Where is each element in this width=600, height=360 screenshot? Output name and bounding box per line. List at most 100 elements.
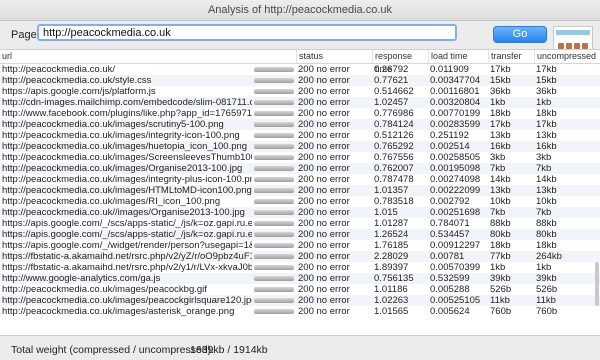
table-row[interactable]: http://peacockmedia.co.uk/images/peacock…	[0, 284, 600, 295]
progress-bar	[254, 122, 294, 127]
cell-response-time: 0.512126	[374, 130, 414, 141]
cell-status: 200 no error	[298, 229, 350, 240]
cell-load-time: 0.00258505	[430, 152, 481, 163]
cell-load-time: 0.00195098	[430, 163, 481, 174]
column-header-status[interactable]: status	[296, 50, 372, 63]
cell-uncompressed: 17kb	[536, 119, 557, 130]
table-row[interactable]: http://www.google-analytics.com/ga.js 200…	[0, 273, 600, 284]
cell-response-time: 1.01287	[374, 218, 409, 229]
cell-uncompressed: 264kb	[536, 251, 562, 262]
progress-bar	[254, 155, 294, 160]
cell-transfer: 16kb	[490, 141, 511, 152]
cell-load-time: 0.532599	[430, 273, 470, 284]
table-row[interactable]: https://apis.google.com/_/widget/render/…	[0, 240, 600, 251]
cell-load-time: 0.002514	[430, 141, 470, 152]
cell-url: http://peacockmedia.co.uk/images/huetopi…	[2, 141, 248, 152]
table-row[interactable]: https://apis.google.com/_/scs/apps-stati…	[0, 218, 600, 229]
cell-uncompressed: 14kb	[536, 174, 557, 185]
cell-response-time: 0.762007	[374, 163, 414, 174]
table-row[interactable]: http://peacockmedia.co.uk/style.css 200 n…	[0, 75, 600, 86]
progress-bar	[254, 232, 294, 237]
column-header-transfer[interactable]: transfer	[488, 50, 534, 63]
progress-bar	[254, 100, 294, 105]
cell-transfer: 88kb	[490, 218, 511, 229]
cell-url: http://peacockmedia.co.uk/images/Organis…	[2, 163, 243, 174]
table-row[interactable]: http://peacockmedia.co.uk/images/scrutin…	[0, 119, 600, 130]
cell-url: https://apis.google.com/_/scs/apps-stati…	[2, 229, 252, 240]
cell-transfer: 526b	[490, 284, 512, 295]
cell-load-time: 0.00912297	[430, 240, 481, 251]
cell-url: http://peacockmedia.co.uk/images/scrutin…	[2, 119, 224, 130]
cell-load-time: 0.002792	[430, 196, 470, 207]
cell-response-time: 0.767556	[374, 152, 414, 163]
cell-response-time: 0.783518	[374, 196, 414, 207]
cell-status: 200 no error	[298, 141, 350, 152]
table-row[interactable]: http://peacockmedia.co.uk/images/Screens…	[0, 152, 600, 163]
cell-uncompressed: 1kb	[536, 97, 552, 108]
cell-uncompressed: 18kb	[536, 108, 557, 119]
table-row[interactable]: https://fbstatic-a.akamaihd.net/rsrc.php…	[0, 262, 600, 273]
cell-uncompressed: 3kb	[536, 152, 552, 163]
table-row[interactable]: http://cdn-images.mailchimp.com/embedcod…	[0, 97, 600, 108]
cell-uncompressed: 39kb	[536, 273, 557, 284]
progress-bar	[254, 298, 294, 303]
progress-bar	[254, 67, 294, 72]
cell-status: 200 no error	[298, 130, 350, 141]
cell-transfer: 1kb	[490, 97, 506, 108]
table-row[interactable]: http://peacockmedia.co.uk/images/peacock…	[0, 295, 600, 306]
cell-status: 200 no error	[298, 262, 350, 273]
cell-uncompressed: 1kb	[536, 262, 552, 273]
cell-load-time: 0.00570399	[430, 262, 481, 273]
cell-response-time: 0.514662	[374, 86, 414, 97]
cell-uncompressed: 18kb	[536, 240, 557, 251]
table-row[interactable]: http://peacockmedia.co.uk/images/huetopi…	[0, 141, 600, 152]
cell-response-time: 0.756135	[374, 273, 414, 284]
cell-uncompressed: 526b	[536, 284, 558, 295]
column-header-uncompressed[interactable]: uncompressed	[534, 50, 600, 63]
cell-response-time: 0.765292	[374, 141, 414, 152]
table-row[interactable]: http://peacockmedia.co.uk/images/Organis…	[0, 163, 600, 174]
cell-status: 200 no error	[298, 64, 350, 75]
cell-uncompressed: 7kb	[536, 207, 552, 218]
table-row[interactable]: http://peacockmedia.co.uk//images/Organi…	[0, 207, 600, 218]
cell-url: http://peacockmedia.co.uk/style.css	[2, 75, 152, 86]
table-row[interactable]: https://apis.google.com/_/scs/apps-stati…	[0, 229, 600, 240]
table-row[interactable]: https://fbstatic-a.akamaihd.net/rsrc.php…	[0, 251, 600, 262]
cell-transfer: 15kb	[490, 75, 511, 86]
cell-transfer: 10kb	[490, 196, 511, 207]
cell-response-time: 0.784124	[374, 119, 414, 130]
table-row[interactable]: http://peacockmedia.co.uk/images/integri…	[0, 130, 600, 141]
cell-load-time: 0.00251698	[430, 207, 481, 218]
cell-status: 200 no error	[298, 86, 350, 97]
cell-transfer: 1kb	[490, 262, 506, 273]
table-row[interactable]: http://peacockmedia.co.uk/images/RI_icon…	[0, 196, 600, 207]
table-row[interactable]: https://apis.google.com/js/platform.js 20…	[0, 86, 600, 97]
column-header-response-time[interactable]: response time	[372, 50, 428, 74]
cell-load-time: 0.00781	[430, 251, 465, 262]
cell-uncompressed: 13kb	[536, 185, 557, 196]
table-row[interactable]: http://peacockmedia.co.uk/images/integri…	[0, 174, 600, 185]
cell-response-time: 1.02263	[374, 295, 409, 306]
cell-load-time: 0.00283599	[430, 119, 481, 130]
cell-uncompressed: 17kb	[536, 64, 557, 75]
cell-status: 200 no error	[298, 240, 350, 251]
scrollbar-thumb[interactable]	[595, 262, 599, 306]
table-row[interactable]: http://peacockmedia.co.uk/images/HTMLtoM…	[0, 185, 600, 196]
table-row[interactable]: http://peacockmedia.co.uk/images/asteris…	[0, 306, 600, 317]
go-button[interactable]: Go	[493, 26, 547, 43]
url-input[interactable]	[37, 24, 457, 41]
progress-bar	[254, 199, 294, 204]
column-header-load-time[interactable]: load time	[428, 50, 488, 63]
column-header-url[interactable]: url	[0, 50, 252, 63]
progress-bar	[254, 221, 294, 226]
cell-response-time: 2.28029	[374, 251, 409, 262]
cell-url: http://peacockmedia.co.uk//images/Organi…	[2, 207, 245, 218]
table-row[interactable]: http://peacockmedia.co.uk/200 no error 0.…	[0, 64, 600, 75]
cell-load-time: 0.534457	[430, 229, 470, 240]
cell-response-time: 0.787478	[374, 174, 414, 185]
cell-load-time: 0.00770199	[430, 108, 481, 119]
cell-status: 200 no error	[298, 251, 350, 262]
vertical-scrollbar[interactable]	[594, 64, 600, 335]
cell-uncompressed: 13kb	[536, 130, 557, 141]
table-row[interactable]: http://www.facebook.com/plugins/like.php…	[0, 108, 600, 119]
